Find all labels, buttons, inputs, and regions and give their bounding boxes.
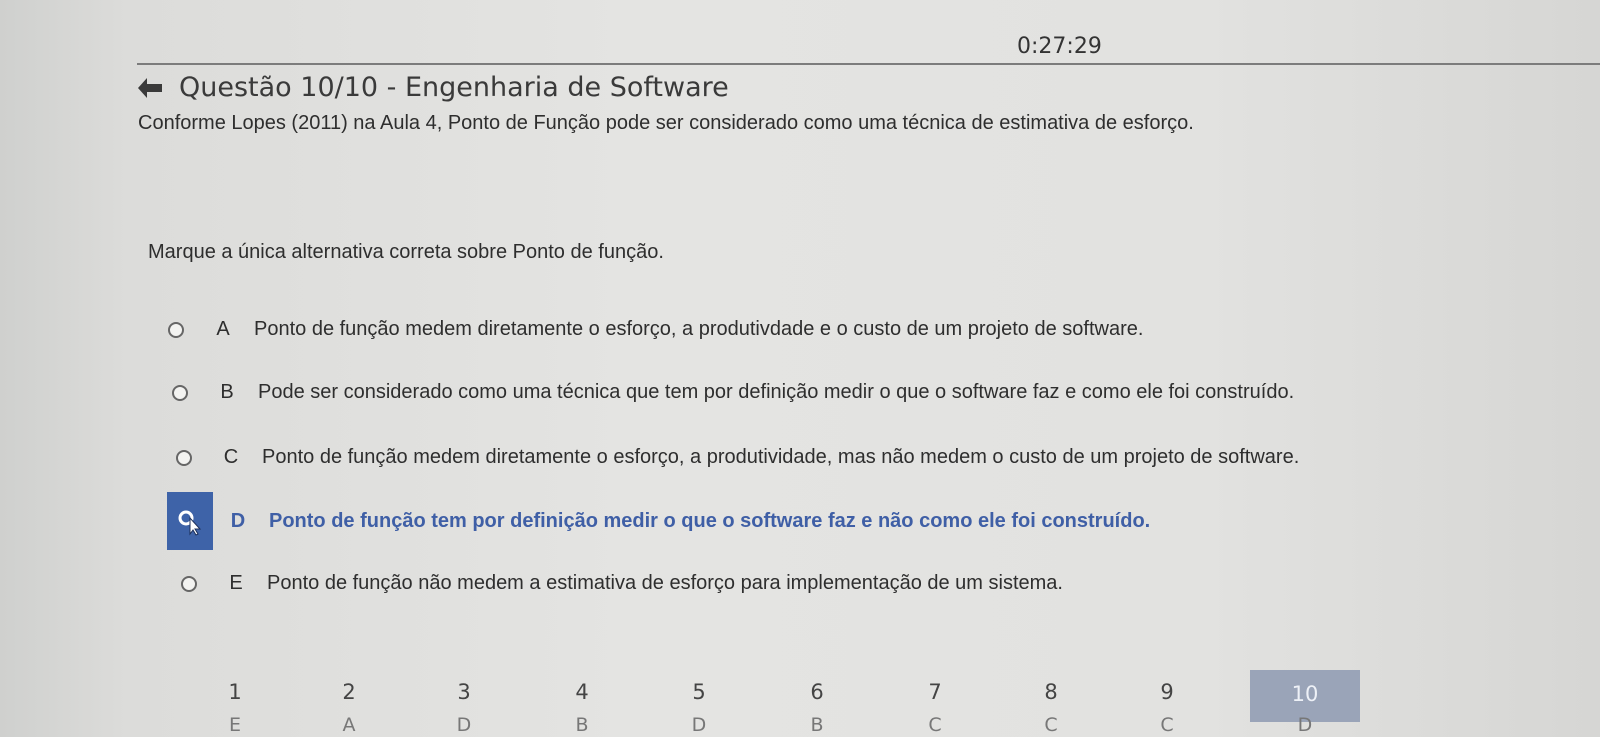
- radio-button[interactable]: [172, 384, 188, 401]
- nav-answer: C: [1044, 714, 1058, 736]
- question-title: Questão 10/10 - Engenharia de Software: [179, 72, 729, 103]
- nav-answer: E: [228, 714, 241, 736]
- back-arrow-icon[interactable]: [135, 75, 165, 101]
- question-header: Questão 10/10 - Engenharia de Software: [135, 72, 729, 103]
- cursor-pointer-icon: [178, 510, 202, 536]
- nav-question-7[interactable]: 7: [905, 680, 965, 704]
- selected-radio[interactable]: [167, 492, 213, 550]
- question-statement: Conforme Lopes (2011) na Aula 4, Ponto d…: [138, 112, 1194, 134]
- nav-answer: D: [691, 714, 707, 736]
- nav-question-5[interactable]: 5: [669, 680, 729, 704]
- nav-question-3[interactable]: 3: [434, 680, 494, 704]
- option-text: Ponto de função medem diretamente o esfo…: [262, 446, 1300, 468]
- nav-answer: B: [575, 714, 589, 736]
- nav-answer: D: [1297, 714, 1313, 736]
- option-c[interactable]: C Ponto de função medem diretamente o es…: [176, 446, 1299, 469]
- option-letter: A: [216, 318, 230, 340]
- nav-question-2[interactable]: 2: [319, 680, 379, 704]
- option-text: Ponto de função medem diretamente o esfo…: [254, 318, 1144, 340]
- nav-question-6[interactable]: 6: [787, 680, 847, 704]
- nav-answer: D: [456, 714, 472, 736]
- option-a[interactable]: A Ponto de função medem diretamente o es…: [168, 318, 1143, 341]
- radio-button[interactable]: [168, 321, 184, 338]
- option-text: Ponto de função tem por definição medir …: [269, 509, 1151, 532]
- nav-answer: C: [1160, 714, 1174, 736]
- question-instruction: Marque a única alternativa correta sobre…: [148, 241, 664, 263]
- option-letter: B: [220, 381, 234, 403]
- nav-answer: B: [810, 714, 824, 736]
- radio-button[interactable]: [181, 575, 197, 592]
- option-text: Ponto de função não medem a estimativa d…: [267, 572, 1063, 594]
- option-letter: C: [223, 446, 239, 468]
- header-divider: [137, 63, 1600, 65]
- nav-answer: C: [928, 714, 942, 736]
- radio-button[interactable]: [176, 449, 192, 466]
- option-letter: D: [230, 509, 246, 532]
- nav-question-1[interactable]: 1: [205, 680, 265, 704]
- option-d[interactable]: D Ponto de função tem por definição medi…: [167, 492, 1150, 550]
- nav-question-9[interactable]: 9: [1137, 680, 1197, 704]
- nav-question-10[interactable]: 10: [1275, 682, 1335, 706]
- option-letter: E: [229, 572, 243, 594]
- question-navigation: 1 E 2 A 3 D 4 B 5 D 6 B 7 C 8 C 9 C 10 D: [175, 670, 1360, 737]
- timer: 0:27:29: [1017, 34, 1102, 59]
- option-text: Pode ser considerado como uma técnica qu…: [258, 381, 1295, 403]
- option-b[interactable]: B Pode ser considerado como uma técnica …: [172, 381, 1294, 404]
- nav-question-8[interactable]: 8: [1021, 680, 1081, 704]
- nav-question-4[interactable]: 4: [552, 680, 612, 704]
- option-e[interactable]: E Ponto de função não medem a estimativa…: [181, 572, 1063, 595]
- nav-answer: A: [342, 714, 356, 736]
